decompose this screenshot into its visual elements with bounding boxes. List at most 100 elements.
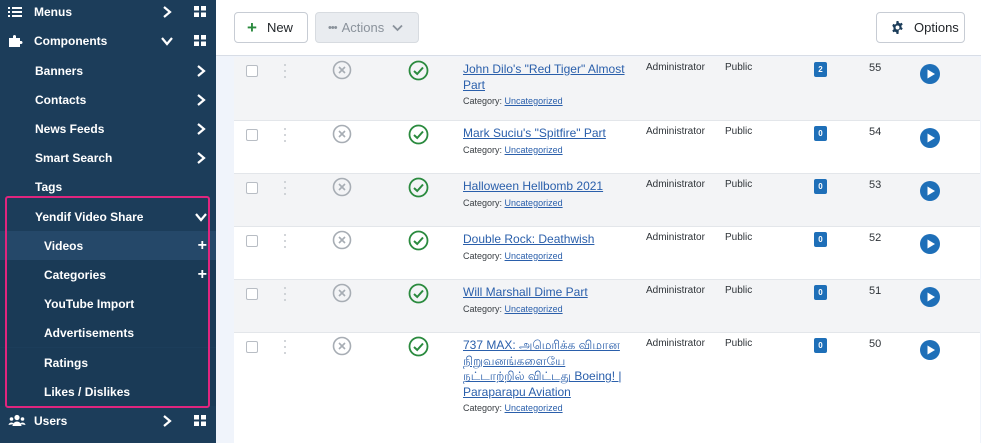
id-value: 54 <box>869 126 882 138</box>
play-icon[interactable] <box>919 127 941 149</box>
chevron-down-icon <box>195 213 207 222</box>
play-icon[interactable] <box>919 339 941 361</box>
sidebar-item-label: Tags <box>35 179 63 194</box>
drag-handle-icon[interactable] <box>282 286 288 302</box>
table-row: Double Rock: Deathwish Category: Uncateg… <box>234 227 980 280</box>
video-title-link[interactable]: Double Rock: Deathwish <box>463 232 633 248</box>
published-check-icon[interactable] <box>408 230 429 251</box>
play-icon[interactable] <box>919 63 941 85</box>
sidebar-item-users[interactable]: Users <box>0 406 216 435</box>
category-link[interactable]: Uncategorized <box>505 96 563 106</box>
row-checkbox[interactable] <box>246 182 258 194</box>
drag-handle-icon[interactable] <box>282 339 288 355</box>
drag-handle-icon[interactable] <box>282 63 288 79</box>
table-row: 737 MAX: அமெரிக்க விமான நிறுவனங்களையே நட… <box>234 333 980 443</box>
sidebar-item-ratings[interactable]: Ratings <box>0 348 216 377</box>
published-check-icon[interactable] <box>408 283 429 304</box>
category-link[interactable]: Uncategorized <box>505 198 563 208</box>
sidebar-item-menus[interactable]: Menus <box>0 0 216 26</box>
id-value: 53 <box>869 179 882 191</box>
row-checkbox[interactable] <box>246 341 258 353</box>
category-prefix: Category: <box>463 197 503 208</box>
row-checkbox[interactable] <box>246 235 258 247</box>
title-cell: Will Marshall Dime Part Category: Uncate… <box>463 285 633 314</box>
sidebar-item-banners[interactable]: Banners <box>0 56 216 85</box>
puzzle-icon <box>8 34 28 48</box>
sidebar-item-tags[interactable]: Tags <box>0 172 216 201</box>
sidebar: Menus Components Banners Contacts News F… <box>0 0 216 443</box>
unfeatured-x-icon[interactable] <box>332 177 352 197</box>
chevron-right-icon[interactable] <box>160 5 174 19</box>
actions-button[interactable]: ••• Actions <box>315 12 419 43</box>
sidebar-item-smart-search[interactable]: Smart Search <box>0 143 216 172</box>
chevron-down-icon[interactable] <box>160 34 174 48</box>
sidebar-item-components[interactable]: Components <box>0 26 216 55</box>
unfeatured-x-icon[interactable] <box>332 230 352 250</box>
sidebar-item-label: YouTube Import <box>44 296 135 311</box>
dashboard-grid-icon[interactable] <box>194 35 206 46</box>
sidebar-item-likes-dislikes[interactable]: Likes / Dislikes <box>0 377 216 406</box>
dashboard-grid-icon[interactable] <box>194 6 206 17</box>
language-value: Public <box>725 232 753 243</box>
sidebar-item-advertisements[interactable]: Advertisements <box>0 318 216 347</box>
sidebar-item-yendif-video-share[interactable]: Yendif Video Share <box>0 202 216 231</box>
category-prefix: Category: <box>463 96 503 106</box>
count-badge: 0 <box>814 126 827 141</box>
count-badge: 2 <box>814 62 827 77</box>
category-line: Category: Uncategorized <box>463 403 628 413</box>
chevron-right-icon[interactable] <box>160 414 174 428</box>
sidebar-item-label: Advertisements <box>44 325 135 340</box>
table-row: Halloween Hellbomb 2021 Category: Uncate… <box>234 174 980 227</box>
video-title-link[interactable]: 737 MAX: அமெரிக்க விமான நிறுவனங்களையே நட… <box>463 338 628 400</box>
language-value: Public <box>725 338 753 349</box>
category-line: Category: Uncategorized <box>463 96 633 106</box>
dashboard-grid-icon[interactable] <box>194 415 206 426</box>
add-icon[interactable]: + <box>198 238 207 254</box>
options-button[interactable]: Options <box>876 12 965 43</box>
row-checkbox[interactable] <box>246 65 258 77</box>
play-icon[interactable] <box>919 180 941 202</box>
new-button-label: New <box>266 20 293 35</box>
drag-handle-icon[interactable] <box>282 233 288 249</box>
sidebar-item-label: Yendif Video Share <box>35 209 144 224</box>
actions-button-label: Actions <box>341 20 385 35</box>
published-check-icon[interactable] <box>408 60 429 81</box>
sidebar-item-label: Ratings <box>44 355 89 370</box>
sidebar-item-videos[interactable]: Videos + <box>0 231 216 260</box>
sidebar-item-label: Videos <box>44 238 84 253</box>
add-icon[interactable]: + <box>198 267 207 283</box>
sidebar-item-news-feeds[interactable]: News Feeds <box>0 114 216 143</box>
row-checkbox[interactable] <box>246 129 258 141</box>
category-link[interactable]: Uncategorized <box>505 304 563 314</box>
category-link[interactable]: Uncategorized <box>505 251 563 261</box>
drag-handle-icon[interactable] <box>282 180 288 196</box>
category-link[interactable]: Uncategorized <box>505 403 563 413</box>
unfeatured-x-icon[interactable] <box>332 124 352 144</box>
count-badge: 0 <box>814 338 827 353</box>
sidebar-item-contacts[interactable]: Contacts <box>0 85 216 114</box>
video-title-link[interactable]: Will Marshall Dime Part <box>463 285 633 301</box>
chevron-right-icon <box>197 65 206 77</box>
video-title-link[interactable]: Halloween Hellbomb 2021 <box>463 179 633 195</box>
sidebar-item-categories[interactable]: Categories + <box>0 260 216 289</box>
sidebar-item-youtube-import[interactable]: YouTube Import <box>0 289 216 318</box>
plus-icon: + <box>247 18 257 37</box>
category-line: Category: Uncategorized <box>463 251 633 261</box>
video-title-link[interactable]: John Dilo's "Red Tiger" Almost Part <box>463 62 633 93</box>
new-button[interactable]: + New <box>234 12 308 43</box>
unfeatured-x-icon[interactable] <box>332 60 352 80</box>
category-link[interactable]: Uncategorized <box>505 145 563 155</box>
unfeatured-x-icon[interactable] <box>332 283 352 303</box>
table-row: Mark Suciu's "Spitfire" Part Category: U… <box>234 121 980 174</box>
published-check-icon[interactable] <box>408 124 429 145</box>
sidebar-item-label: Components <box>34 33 108 48</box>
play-icon[interactable] <box>919 233 941 255</box>
published-check-icon[interactable] <box>408 177 429 198</box>
unfeatured-x-icon[interactable] <box>332 336 352 356</box>
video-title-link[interactable]: Mark Suciu's "Spitfire" Part <box>463 126 633 142</box>
row-checkbox[interactable] <box>246 288 258 300</box>
count-badge: 0 <box>814 285 827 300</box>
drag-handle-icon[interactable] <box>282 127 288 143</box>
play-icon[interactable] <box>919 286 941 308</box>
published-check-icon[interactable] <box>408 336 429 357</box>
